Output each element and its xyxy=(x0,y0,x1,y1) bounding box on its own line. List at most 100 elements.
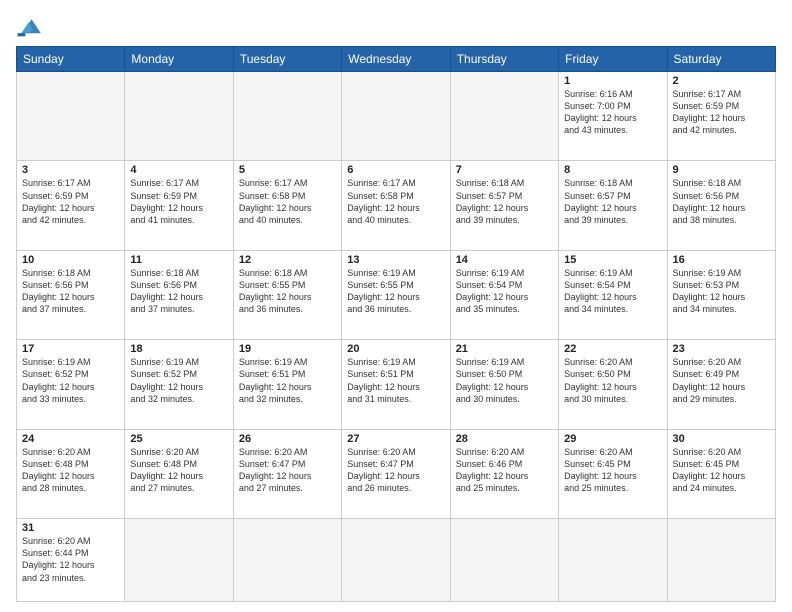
day-number: 2 xyxy=(673,75,770,87)
calendar-week-row: 17Sunrise: 6:19 AM Sunset: 6:52 PM Dayli… xyxy=(17,340,776,429)
calendar-cell: 23Sunrise: 6:20 AM Sunset: 6:49 PM Dayli… xyxy=(667,340,775,429)
calendar-cell: 11Sunrise: 6:18 AM Sunset: 6:56 PM Dayli… xyxy=(125,250,233,339)
calendar-cell xyxy=(125,72,233,161)
calendar-cell: 6Sunrise: 6:17 AM Sunset: 6:58 PM Daylig… xyxy=(342,161,450,250)
day-number: 20 xyxy=(347,343,444,355)
day-info: Sunrise: 6:20 AM Sunset: 6:46 PM Dayligh… xyxy=(456,446,553,495)
calendar-header-thursday: Thursday xyxy=(450,47,558,72)
calendar-cell: 19Sunrise: 6:19 AM Sunset: 6:51 PM Dayli… xyxy=(233,340,341,429)
day-info: Sunrise: 6:17 AM Sunset: 6:59 PM Dayligh… xyxy=(22,177,119,226)
day-info: Sunrise: 6:18 AM Sunset: 6:55 PM Dayligh… xyxy=(239,267,336,316)
calendar-cell: 12Sunrise: 6:18 AM Sunset: 6:55 PM Dayli… xyxy=(233,250,341,339)
calendar-cell xyxy=(233,519,341,602)
day-info: Sunrise: 6:19 AM Sunset: 6:54 PM Dayligh… xyxy=(456,267,553,316)
day-info: Sunrise: 6:18 AM Sunset: 6:56 PM Dayligh… xyxy=(673,177,770,226)
calendar-cell xyxy=(342,72,450,161)
calendar-cell: 10Sunrise: 6:18 AM Sunset: 6:56 PM Dayli… xyxy=(17,250,125,339)
calendar-cell xyxy=(342,519,450,602)
day-number: 7 xyxy=(456,164,553,176)
logo xyxy=(16,16,48,38)
day-info: Sunrise: 6:18 AM Sunset: 6:56 PM Dayligh… xyxy=(22,267,119,316)
calendar-cell: 27Sunrise: 6:20 AM Sunset: 6:47 PM Dayli… xyxy=(342,429,450,518)
day-number: 29 xyxy=(564,433,661,445)
calendar-cell: 31Sunrise: 6:20 AM Sunset: 6:44 PM Dayli… xyxy=(17,519,125,602)
day-info: Sunrise: 6:19 AM Sunset: 6:53 PM Dayligh… xyxy=(673,267,770,316)
day-info: Sunrise: 6:19 AM Sunset: 6:51 PM Dayligh… xyxy=(239,356,336,405)
day-info: Sunrise: 6:16 AM Sunset: 7:00 PM Dayligh… xyxy=(564,88,661,137)
day-info: Sunrise: 6:18 AM Sunset: 6:57 PM Dayligh… xyxy=(564,177,661,226)
day-number: 9 xyxy=(673,164,770,176)
day-info: Sunrise: 6:17 AM Sunset: 6:58 PM Dayligh… xyxy=(239,177,336,226)
calendar-cell xyxy=(17,72,125,161)
day-number: 22 xyxy=(564,343,661,355)
day-info: Sunrise: 6:19 AM Sunset: 6:55 PM Dayligh… xyxy=(347,267,444,316)
calendar-week-row: 1Sunrise: 6:16 AM Sunset: 7:00 PM Daylig… xyxy=(17,72,776,161)
day-number: 3 xyxy=(22,164,119,176)
day-info: Sunrise: 6:19 AM Sunset: 6:54 PM Dayligh… xyxy=(564,267,661,316)
day-info: Sunrise: 6:20 AM Sunset: 6:47 PM Dayligh… xyxy=(347,446,444,495)
calendar-week-row: 24Sunrise: 6:20 AM Sunset: 6:48 PM Dayli… xyxy=(17,429,776,518)
calendar-cell: 26Sunrise: 6:20 AM Sunset: 6:47 PM Dayli… xyxy=(233,429,341,518)
day-number: 8 xyxy=(564,164,661,176)
calendar-cell xyxy=(450,72,558,161)
calendar-header-saturday: Saturday xyxy=(667,47,775,72)
calendar-cell xyxy=(125,519,233,602)
day-number: 19 xyxy=(239,343,336,355)
day-info: Sunrise: 6:19 AM Sunset: 6:52 PM Dayligh… xyxy=(22,356,119,405)
day-info: Sunrise: 6:20 AM Sunset: 6:48 PM Dayligh… xyxy=(22,446,119,495)
day-number: 6 xyxy=(347,164,444,176)
day-info: Sunrise: 6:17 AM Sunset: 6:58 PM Dayligh… xyxy=(347,177,444,226)
calendar-cell: 22Sunrise: 6:20 AM Sunset: 6:50 PM Dayli… xyxy=(559,340,667,429)
day-number: 16 xyxy=(673,254,770,266)
day-number: 13 xyxy=(347,254,444,266)
day-number: 25 xyxy=(130,433,227,445)
day-number: 10 xyxy=(22,254,119,266)
calendar-cell: 8Sunrise: 6:18 AM Sunset: 6:57 PM Daylig… xyxy=(559,161,667,250)
calendar-cell: 3Sunrise: 6:17 AM Sunset: 6:59 PM Daylig… xyxy=(17,161,125,250)
day-number: 28 xyxy=(456,433,553,445)
day-number: 4 xyxy=(130,164,227,176)
day-number: 14 xyxy=(456,254,553,266)
day-number: 30 xyxy=(673,433,770,445)
calendar-cell: 13Sunrise: 6:19 AM Sunset: 6:55 PM Dayli… xyxy=(342,250,450,339)
day-info: Sunrise: 6:20 AM Sunset: 6:44 PM Dayligh… xyxy=(22,535,119,584)
day-info: Sunrise: 6:20 AM Sunset: 6:48 PM Dayligh… xyxy=(130,446,227,495)
day-number: 26 xyxy=(239,433,336,445)
calendar-cell: 5Sunrise: 6:17 AM Sunset: 6:58 PM Daylig… xyxy=(233,161,341,250)
day-info: Sunrise: 6:20 AM Sunset: 6:50 PM Dayligh… xyxy=(564,356,661,405)
calendar-cell: 24Sunrise: 6:20 AM Sunset: 6:48 PM Dayli… xyxy=(17,429,125,518)
day-info: Sunrise: 6:17 AM Sunset: 6:59 PM Dayligh… xyxy=(673,88,770,137)
day-number: 23 xyxy=(673,343,770,355)
calendar-header-friday: Friday xyxy=(559,47,667,72)
day-number: 31 xyxy=(22,522,119,534)
day-info: Sunrise: 6:20 AM Sunset: 6:45 PM Dayligh… xyxy=(564,446,661,495)
day-number: 21 xyxy=(456,343,553,355)
calendar-cell: 21Sunrise: 6:19 AM Sunset: 6:50 PM Dayli… xyxy=(450,340,558,429)
calendar-cell: 1Sunrise: 6:16 AM Sunset: 7:00 PM Daylig… xyxy=(559,72,667,161)
calendar-header-wednesday: Wednesday xyxy=(342,47,450,72)
day-number: 1 xyxy=(564,75,661,87)
day-info: Sunrise: 6:19 AM Sunset: 6:51 PM Dayligh… xyxy=(347,356,444,405)
calendar-week-row: 31Sunrise: 6:20 AM Sunset: 6:44 PM Dayli… xyxy=(17,519,776,602)
calendar-cell xyxy=(450,519,558,602)
calendar-header-tuesday: Tuesday xyxy=(233,47,341,72)
day-info: Sunrise: 6:18 AM Sunset: 6:57 PM Dayligh… xyxy=(456,177,553,226)
calendar-cell: 17Sunrise: 6:19 AM Sunset: 6:52 PM Dayli… xyxy=(17,340,125,429)
calendar-header-sunday: Sunday xyxy=(17,47,125,72)
day-number: 24 xyxy=(22,433,119,445)
calendar-cell xyxy=(233,72,341,161)
calendar-cell: 14Sunrise: 6:19 AM Sunset: 6:54 PM Dayli… xyxy=(450,250,558,339)
day-number: 17 xyxy=(22,343,119,355)
day-info: Sunrise: 6:19 AM Sunset: 6:50 PM Dayligh… xyxy=(456,356,553,405)
calendar-cell xyxy=(559,519,667,602)
calendar-week-row: 10Sunrise: 6:18 AM Sunset: 6:56 PM Dayli… xyxy=(17,250,776,339)
calendar-cell: 15Sunrise: 6:19 AM Sunset: 6:54 PM Dayli… xyxy=(559,250,667,339)
calendar-cell: 20Sunrise: 6:19 AM Sunset: 6:51 PM Dayli… xyxy=(342,340,450,429)
day-number: 27 xyxy=(347,433,444,445)
calendar-cell: 30Sunrise: 6:20 AM Sunset: 6:45 PM Dayli… xyxy=(667,429,775,518)
calendar-cell: 4Sunrise: 6:17 AM Sunset: 6:59 PM Daylig… xyxy=(125,161,233,250)
calendar-table: SundayMondayTuesdayWednesdayThursdayFrid… xyxy=(16,46,776,602)
calendar-cell xyxy=(667,519,775,602)
day-number: 18 xyxy=(130,343,227,355)
day-info: Sunrise: 6:17 AM Sunset: 6:59 PM Dayligh… xyxy=(130,177,227,226)
